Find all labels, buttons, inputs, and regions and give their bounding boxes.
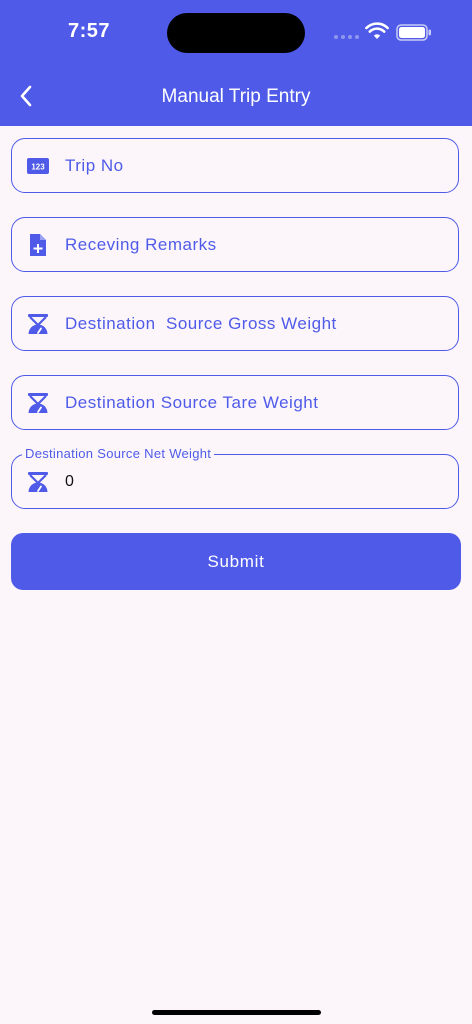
net-weight-value: 0	[65, 472, 74, 490]
receiving-remarks-field[interactable]: Receving Remarks	[11, 217, 459, 272]
receiving-remarks-placeholder: Receving Remarks	[65, 234, 217, 254]
submit-button[interactable]: Submit	[11, 533, 461, 590]
trip-no-placeholder: Trip No	[65, 155, 124, 175]
net-weight-label: Destination Source Net Weight	[22, 446, 215, 462]
scale-icon	[25, 469, 51, 495]
app-header: 7:57 Manual Trip Entry	[0, 0, 472, 126]
page-title: Manual Trip Entry	[161, 86, 311, 107]
scale-icon	[25, 311, 51, 337]
tare-weight-placeholder: Destination Source Tare Weight	[65, 392, 319, 412]
numbers-icon: 123	[25, 153, 51, 179]
cellular-signal-icon	[334, 35, 359, 39]
net-weight-field[interactable]: Destination Source Net Weight 0	[11, 446, 459, 509]
note-add-icon	[25, 232, 51, 258]
gross-weight-placeholder: Destination Source Gross Weight	[65, 313, 337, 333]
gross-weight-field[interactable]: Destination Source Gross Weight	[11, 296, 459, 351]
scale-icon	[25, 390, 51, 416]
dynamic-island	[167, 13, 305, 53]
svg-text:123: 123	[31, 162, 45, 171]
trip-no-field[interactable]: 123 Trip No	[11, 138, 459, 193]
wifi-icon	[365, 22, 389, 39]
home-indicator	[152, 1010, 321, 1015]
status-time: 7:57	[68, 20, 111, 42]
battery-icon	[396, 24, 431, 41]
tare-weight-field[interactable]: Destination Source Tare Weight	[11, 375, 459, 430]
